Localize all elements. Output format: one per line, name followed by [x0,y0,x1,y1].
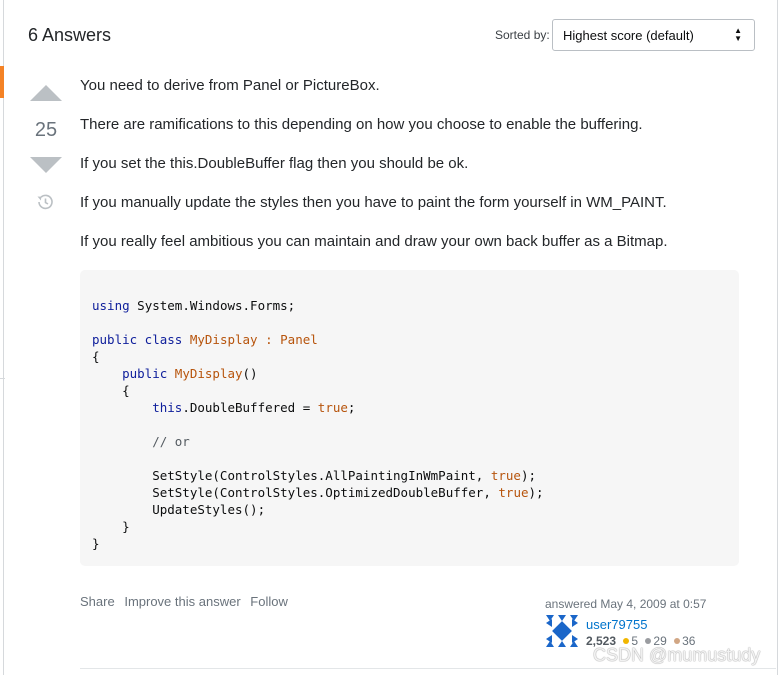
bronze-badge-icon [674,638,681,645]
code-token: Panel [280,332,318,347]
sort-selected-value: Highest score (default) [563,28,694,43]
code-token: { [92,383,130,398]
answer-paragraph: You need to derive from Panel or Picture… [80,77,380,94]
code-token: System.Windows.Forms; [129,298,296,313]
accent-marker [0,66,4,98]
code-token: using [92,298,130,313]
follow-link[interactable]: Follow [250,594,288,609]
answer-paragraph: There are ramifications to this dependin… [80,116,643,133]
code-token: } [92,519,130,534]
answer-paragraph: If you manually update the styles then y… [80,194,667,211]
code-token: public [122,366,168,381]
code-block: using System.Windows.Forms; public class… [80,270,739,566]
answers-count-header: 6 Answers [28,25,112,45]
avatar[interactable] [546,615,578,647]
answer-body: You need to derive from Panel or Picture… [80,76,740,271]
user-name-link[interactable]: user79755 [586,617,647,632]
code-token: ); [528,485,544,500]
improve-answer-link[interactable]: Improve this answer [124,594,240,609]
updown-arrows-icon: ▲ ▼ [734,26,742,43]
watermark: CSDN @mumustudy [593,645,761,665]
code-token: this [152,400,183,415]
code-token: true [490,468,521,483]
left-border [3,0,4,675]
code-token: SetStyle(ControlStyles.AllPaintingInWmPa… [92,468,491,483]
code-comment: // or [92,434,190,449]
vote-count: 25 [34,119,58,141]
sort-select[interactable]: Highest score (default) ▲ ▼ [552,19,755,51]
answered-timestamp: answered May 4, 2009 at 0:57 [545,597,707,611]
code-token: : [257,332,281,347]
code-token: true [317,400,348,415]
answer-paragraph: If you really feel ambitious you can mai… [80,233,668,250]
right-border [777,0,778,675]
answer-divider [80,668,776,669]
code-token: UpdateStyles(); [92,502,266,517]
silver-badge-icon [645,638,652,645]
downvote-arrow-icon[interactable] [30,157,62,173]
code-token: ); [520,468,537,483]
code-token: SetStyle(ControlStyles.OptimizedDoubleBu… [92,485,499,500]
code-token: true [498,485,529,500]
code-token: { [92,349,100,364]
divider-tick [0,378,5,379]
upvote-arrow-icon[interactable] [30,85,62,101]
post-menu: Share Improve this answer Follow [80,594,294,609]
code-token: } [92,536,100,551]
code-token: MyDisplay [174,366,243,381]
gold-badge-icon [623,638,630,645]
code-token: MyDisplay [189,332,258,347]
code-token: public class [92,332,183,347]
share-link[interactable]: Share [80,594,115,609]
code-token: ; [347,400,356,415]
history-icon[interactable] [35,192,55,212]
code-token: .DoubleBuffered = [182,400,318,415]
code-token: () [242,366,258,381]
answer-paragraph: If you set the this.DoubleBuffer flag th… [80,155,469,172]
sort-label: Sorted by: [495,28,550,42]
